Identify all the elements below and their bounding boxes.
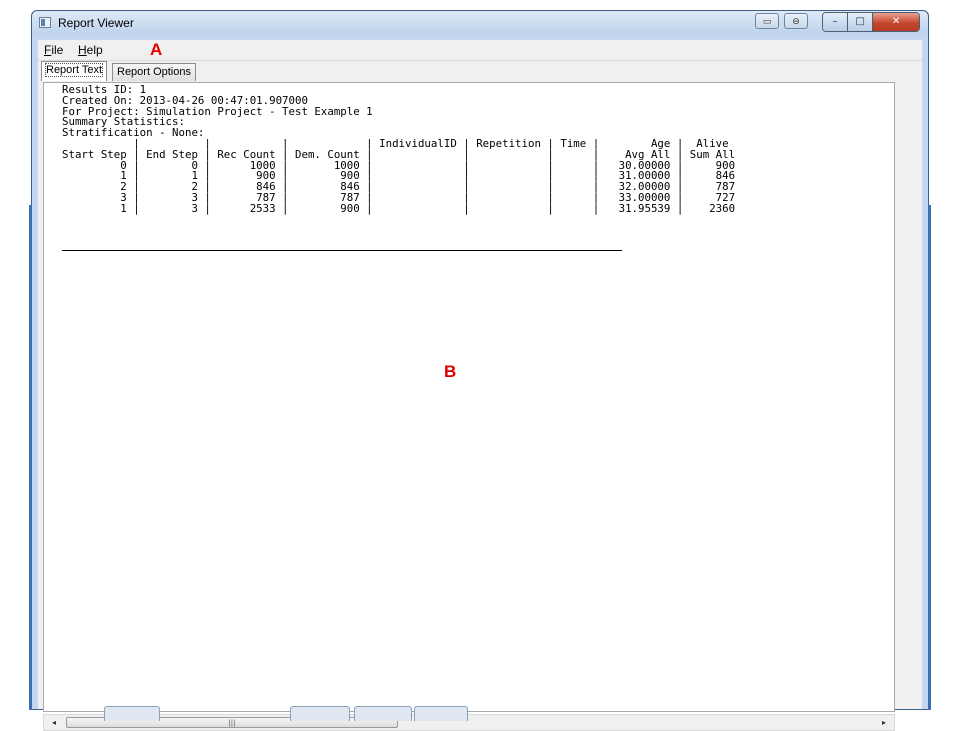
annotation-a: A [150, 40, 163, 59]
taskbar-button-3[interactable] [354, 706, 412, 721]
minimize-button[interactable]: – [823, 13, 849, 31]
report-separator-line [62, 250, 622, 251]
extra-caption-button-1[interactable]: ▭ [755, 13, 779, 29]
menu-help-mnemonic: H [78, 43, 87, 57]
app-icon [39, 17, 51, 28]
close-button[interactable]: ✕ [873, 13, 919, 31]
tab-report-text[interactable]: Report Text [41, 61, 108, 81]
menu-help[interactable]: Help [78, 43, 103, 57]
client-area: File Help A Report Text Report Options R… [38, 40, 922, 731]
caption-buttons: – □ ✕ [822, 12, 920, 32]
menu-help-rest: elp [86, 43, 103, 57]
window-edge-right [928, 205, 931, 710]
window-title: Report Viewer [58, 16, 134, 30]
report-viewer-window: Report Viewer ▭ ⊖ – □ ✕ File Help A Repo… [31, 10, 929, 731]
tab-report-options[interactable]: Report Options [112, 63, 196, 81]
taskbar-button-2[interactable] [290, 706, 350, 721]
maximize-button[interactable]: □ [848, 13, 874, 31]
report-line: 1 | 3 | 2533 | 900 | | | | 31.95539 | 23… [120, 201, 736, 215]
title-bar[interactable]: Report Viewer ▭ ⊖ – □ ✕ [32, 11, 928, 35]
tab-report-options-label: Report Options [117, 66, 191, 78]
scroll-right-icon[interactable]: ▸ [876, 715, 892, 730]
scroll-left-icon[interactable]: ◂ [46, 715, 62, 730]
report-text: Results ID: 1 Created On: 2013-04-26 00:… [62, 84, 736, 215]
menu-file[interactable]: File [44, 43, 63, 57]
taskbar-button-1[interactable] [104, 706, 160, 721]
annotation-b: B [444, 362, 457, 381]
report-text-area[interactable]: Results ID: 1 Created On: 2013-04-26 00:… [43, 82, 895, 712]
menu-bar: File Help A [38, 40, 922, 61]
window-edge-left [29, 205, 32, 710]
menu-file-rest: ile [51, 43, 64, 57]
tab-report-text-label: Report Text [44, 63, 104, 77]
horizontal-scrollbar[interactable]: ◂ ||| ▸ [43, 714, 895, 731]
extra-caption-button-2[interactable]: ⊖ [784, 13, 808, 29]
taskbar-button-4[interactable] [414, 706, 468, 721]
